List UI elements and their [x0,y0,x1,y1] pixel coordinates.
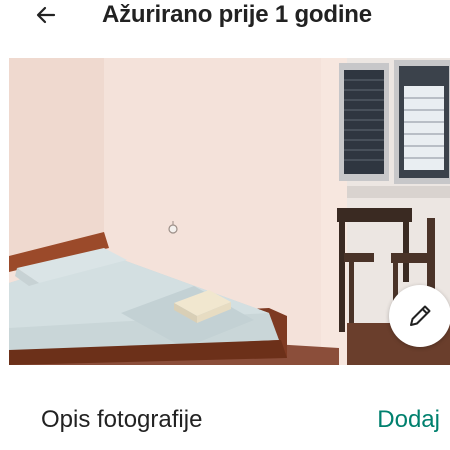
room-photo[interactable] [9,58,450,365]
top-bar: Ažurirano prije 1 godine [0,0,450,36]
add-description-button[interactable]: Dodaj [377,402,440,438]
page-title: Ažurirano prije 1 godine [102,1,372,28]
photo-detail-screen: Ažurirano prije 1 godine Opis fotografij… [0,0,450,450]
edit-photo-button[interactable] [389,285,450,347]
pencil-icon [410,305,431,326]
photo-description-label: Opis fotografije [41,406,203,433]
back-button[interactable] [28,0,64,30]
room-photo-image [9,58,450,365]
arrow-left-icon [36,6,56,24]
